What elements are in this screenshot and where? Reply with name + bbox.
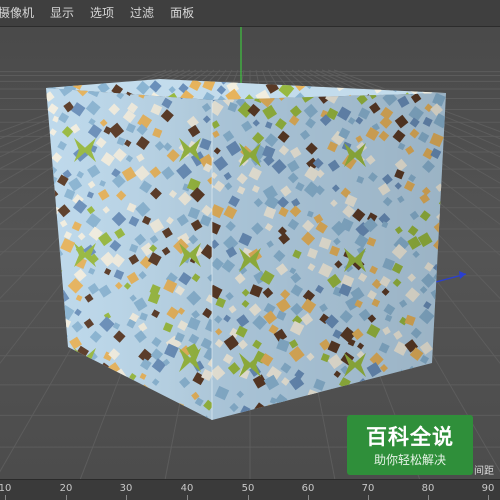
ruler-tick-mark <box>66 495 67 500</box>
ruler-tick-label: 10 <box>0 483 12 494</box>
ruler-tick-mark <box>5 495 6 500</box>
ruler-tick-mark <box>187 495 188 500</box>
ruler-tick-mark <box>126 495 127 500</box>
ruler-tick-mark <box>428 495 429 500</box>
ruler-tick-mark <box>248 495 249 500</box>
ruler-tick-label: 50 <box>241 483 255 494</box>
menu-options[interactable]: 选项 <box>90 0 114 27</box>
ruler-tick-mark <box>368 495 369 500</box>
ruler-tick-label: 30 <box>119 483 133 494</box>
watermark-title: 百科全说 <box>366 425 454 449</box>
ruler-tick-label: 20 <box>59 483 73 494</box>
hud-corner-label: 间距 <box>474 466 494 477</box>
ruler-tick-mark <box>488 495 489 500</box>
menu-filter[interactable]: 过滤 <box>130 0 154 27</box>
ruler-tick-label: 80 <box>421 483 435 494</box>
ruler-tick-label: 40 <box>180 483 194 494</box>
3d-viewport[interactable] <box>0 27 500 479</box>
ruler-tick-mark <box>308 495 309 500</box>
watermark-logo: 百科全说 助你轻松解决 <box>347 415 473 475</box>
ruler-tick-label: 70 <box>361 483 375 494</box>
menu-display[interactable]: 显示 <box>50 0 74 27</box>
menu-bar: 摄像机 显示 选项 过滤 面板 <box>0 0 500 27</box>
watermark-subtitle: 助你轻松解决 <box>373 453 446 467</box>
ruler-tick-label: 90 <box>481 483 495 494</box>
ruler-tick-label: 60 <box>301 483 315 494</box>
menu-panel[interactable]: 面板 <box>170 0 194 27</box>
menu-camera[interactable]: 摄像机 <box>0 0 34 27</box>
timeline-ruler[interactable]: 10 20 30 40 50 60 70 80 90 <box>0 479 500 500</box>
